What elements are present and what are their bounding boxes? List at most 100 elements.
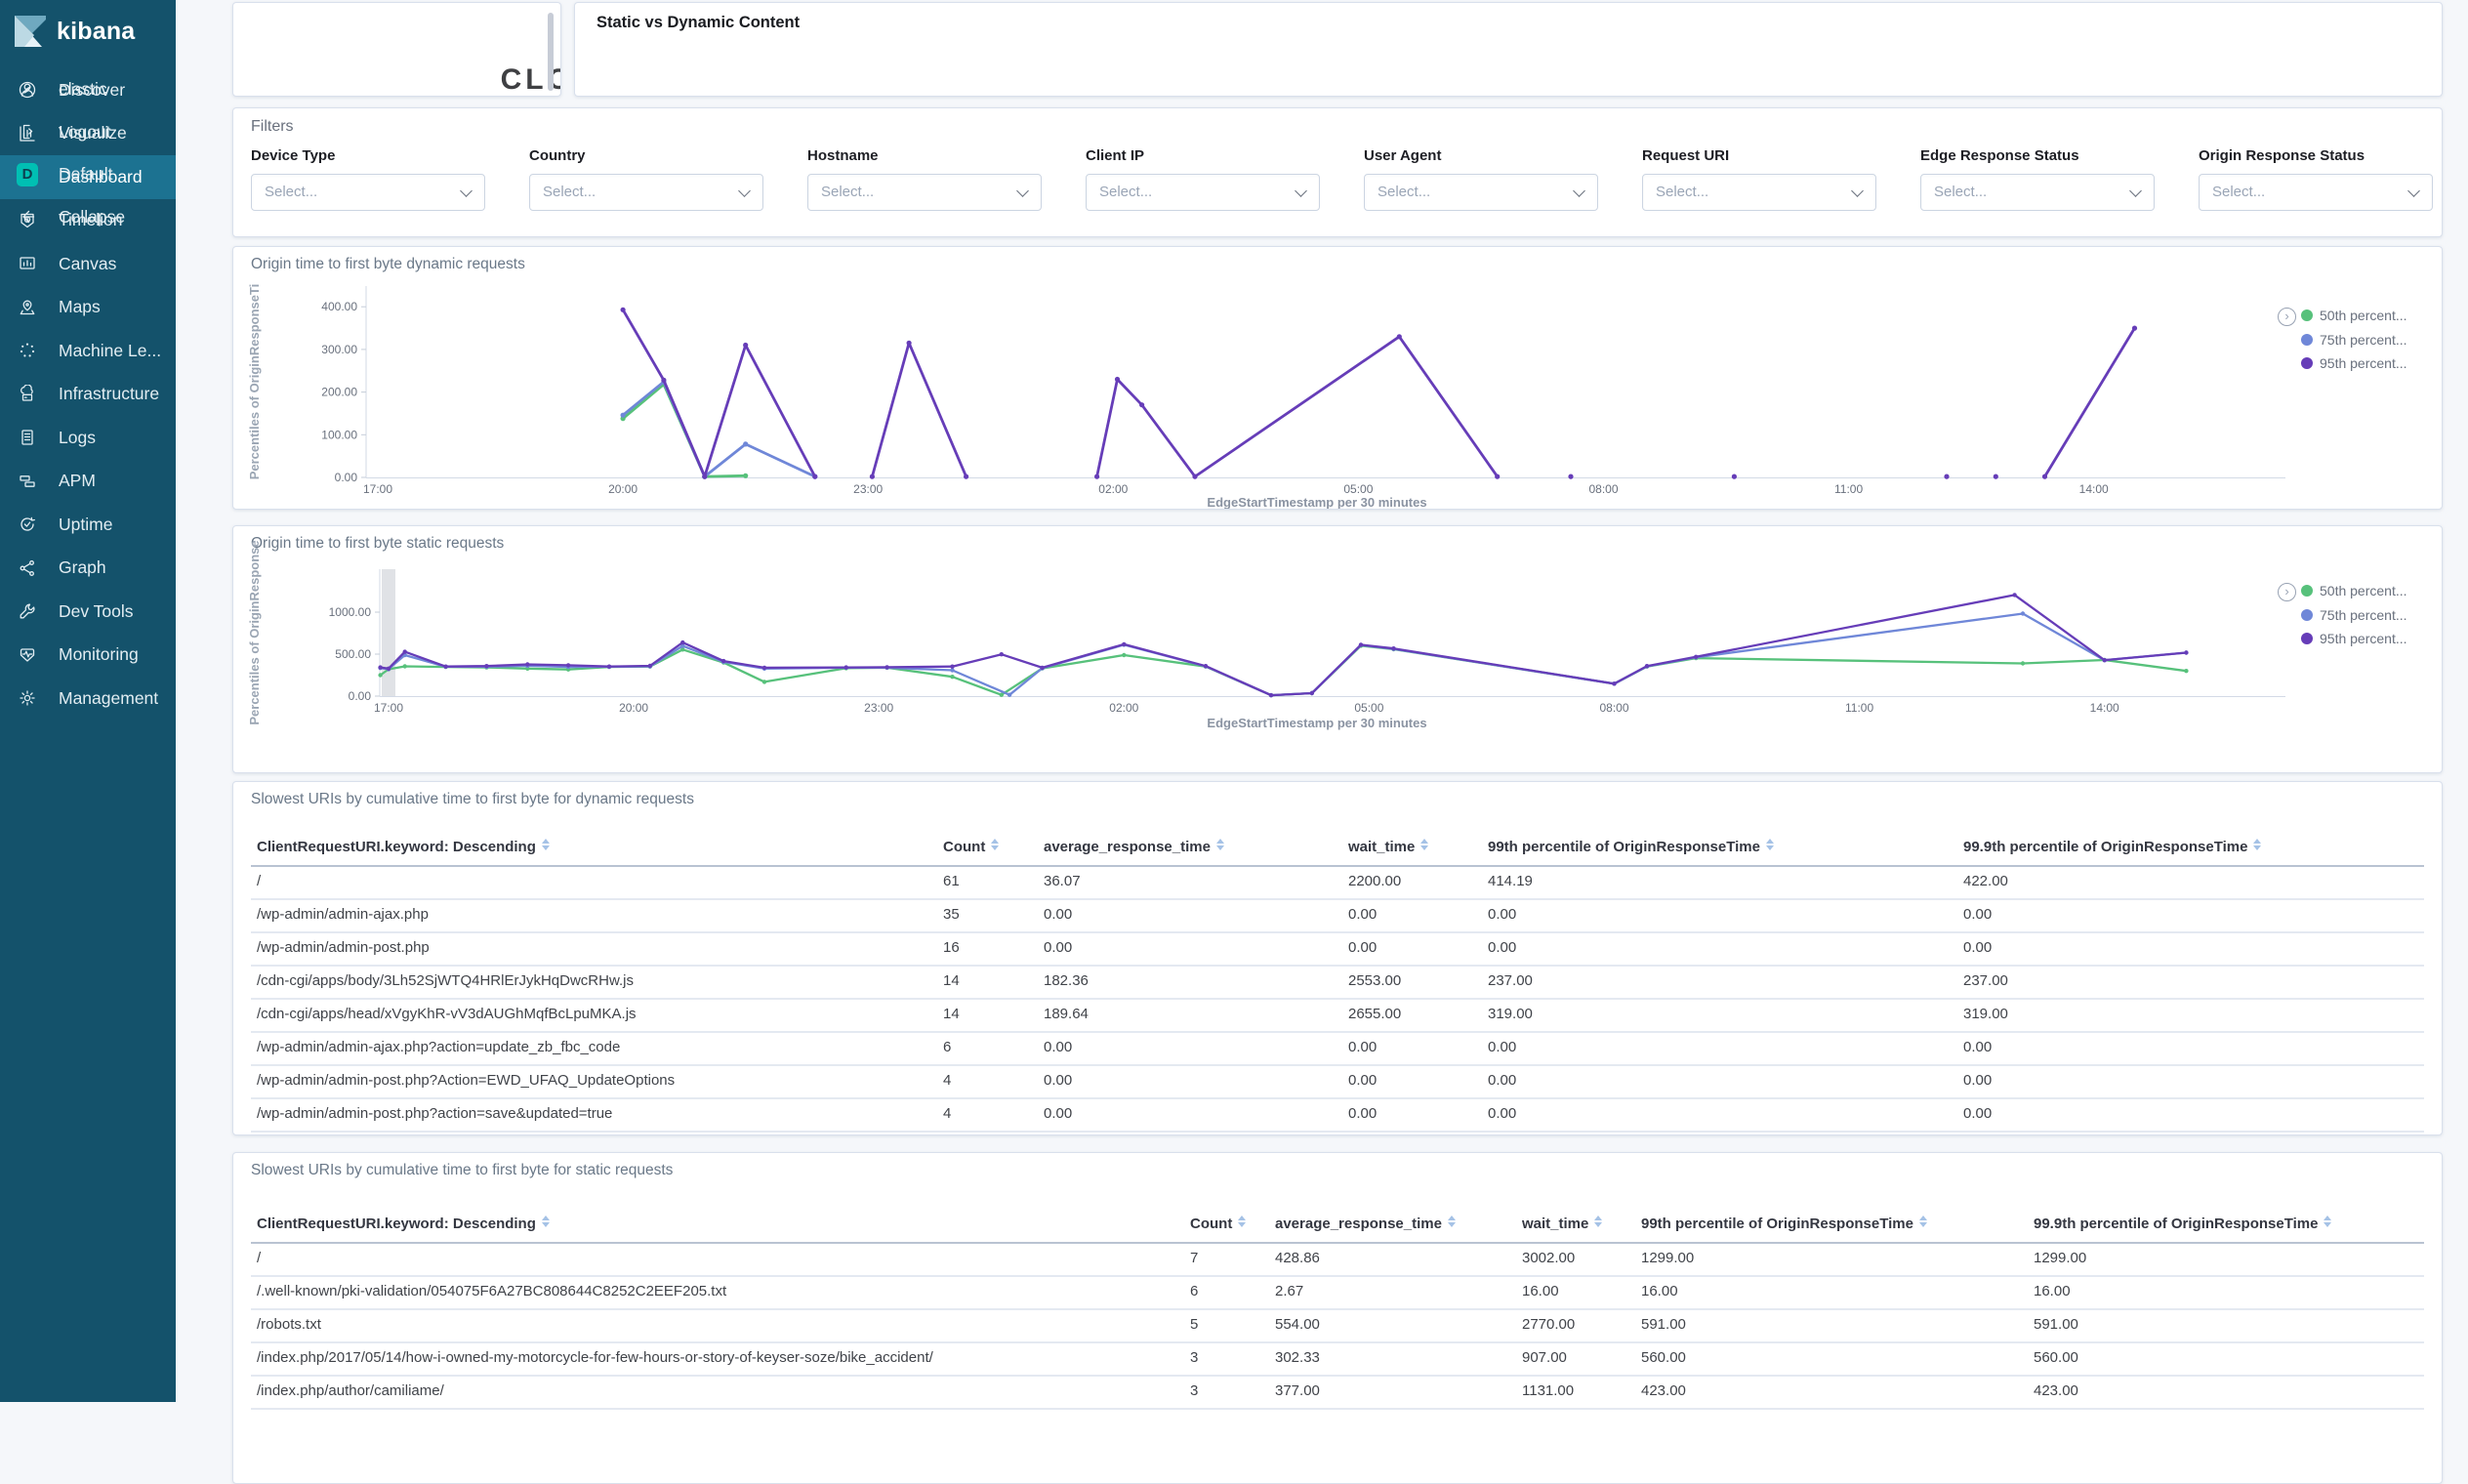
filter-group-country: Country Select... — [529, 147, 763, 211]
sort-icon[interactable] — [1918, 1216, 1927, 1227]
static-requests-line-chart: 0.00 500.00 1000.00 17:00 20:00 23:00 02:00 05:… — [247, 540, 2285, 730]
legend-item-75th-percent[interactable]: 75th percent... — [2301, 332, 2442, 348]
value-cell: 0.00 — [1488, 906, 1517, 923]
legend-toggle-button[interactable]: › — [2278, 583, 2296, 601]
space-default-icon: D — [17, 162, 38, 186]
logo-panel-scrollbar[interactable] — [548, 13, 554, 91]
static-requests-chart-panel: Origin time to first byte static request… — [232, 525, 2443, 773]
value-cell: 2655.00 — [1348, 1006, 1402, 1022]
sort-icon[interactable] — [2253, 839, 2262, 850]
column-header-average-response-time[interactable]: average_response_time — [1044, 839, 1224, 855]
svg-text:05:00: 05:00 — [1343, 482, 1373, 496]
filter-group-device-type: Device Type Select... — [251, 147, 485, 211]
value-cell: 0.00 — [1044, 1039, 1073, 1055]
client-ip-select[interactable]: Select... — [1086, 174, 1320, 211]
legend-color-dot — [2301, 333, 2313, 346]
kibana-logo[interactable]: kibana — [0, 8, 176, 55]
sort-icon[interactable] — [2324, 1216, 2332, 1227]
table-row: /index.php/2017/05/14/how-i-owned-my-mot… — [251, 1341, 2424, 1377]
uri-cell: /index.php/2017/05/14/how-i-owned-my-mot… — [257, 1349, 933, 1366]
value-cell: 0.00 — [1488, 1039, 1517, 1055]
table-header-row: ClientRequestURI.keyword: Descending Coun… — [251, 1208, 2424, 1244]
sort-icon[interactable] — [1447, 1216, 1456, 1227]
sidebar-item-elastic[interactable]: elastic — [0, 68, 176, 111]
legend-color-dot — [2301, 633, 2313, 644]
column-header-99th-percentile-of-originresponsetime[interactable]: 99th percentile of OriginResponseTime — [1641, 1216, 1927, 1232]
sort-icon[interactable] — [541, 839, 550, 850]
sidebar-item-default[interactable]: D Default — [0, 153, 176, 196]
value-cell: 0.00 — [1348, 906, 1378, 923]
column-header-99th-percentile-of-originresponsetime[interactable]: 99th percentile of OriginResponseTime — [1488, 839, 1774, 855]
user-agent-select[interactable]: Select... — [1364, 174, 1598, 211]
legend-label: 50th percent... — [2320, 583, 2407, 598]
value-cell: 319.00 — [1963, 1006, 2008, 1022]
chevron-down-icon — [2129, 185, 2142, 197]
table-row: /robots.txt 5 554.00 2770.00 591.00 591.00 — [251, 1308, 2424, 1343]
value-cell: 0.00 — [1348, 1072, 1378, 1089]
column-header-99-9th-percentile-of-originresponsetime[interactable]: 99.9th percentile of OriginResponseTime — [2034, 1216, 2332, 1232]
default-space-badge: D — [17, 162, 38, 186]
filter-label-origin-response-status: Origin Response Status — [2199, 147, 2365, 164]
value-cell: 3 — [1190, 1382, 1199, 1399]
sort-icon[interactable] — [1765, 839, 1774, 850]
table-row: /wp-admin/admin-ajax.php 35 0.00 0.00 0.00 0.… — [251, 898, 2424, 933]
chevron-down-icon — [1851, 185, 1864, 197]
column-header-clientrequesturi-keyword-descending[interactable]: ClientRequestURI.keyword: Descending — [257, 1216, 550, 1232]
svg-text:EdgeStartTimestamp per 30 minu: EdgeStartTimestamp per 30 minutes — [1207, 495, 1426, 509]
svg-text:300.00: 300.00 — [321, 343, 357, 356]
value-cell: 16 — [943, 939, 960, 956]
origin-response-status-select[interactable]: Select... — [2199, 174, 2433, 211]
legend-label: 75th percent... — [2320, 606, 2407, 623]
legend-item-95th-percent[interactable]: 95th percent... — [2301, 631, 2442, 646]
value-cell: 16.00 — [1522, 1283, 1559, 1299]
select-placeholder: Select... — [1656, 184, 1709, 200]
svg-text:05:00: 05:00 — [1354, 701, 1383, 715]
value-cell: 35 — [943, 906, 960, 923]
chart-legend-dynamic: › 50th percent... 75th percent... 95th perc… — [2278, 308, 2442, 380]
filter-label-client-ip: Client IP — [1086, 147, 1145, 164]
country-select[interactable]: Select... — [529, 174, 763, 211]
column-header-count[interactable]: Count — [943, 839, 1000, 855]
legend-color-dot — [2301, 309, 2313, 321]
legend-toggle-button[interactable]: › — [2278, 308, 2296, 326]
column-header-average-response-time[interactable]: average_response_time — [1275, 1216, 1456, 1232]
sort-icon[interactable] — [1594, 1216, 1603, 1227]
static-uris-table-panel: Slowest URIs by cumulative time to first… — [232, 1152, 2443, 1484]
legend-color-dot — [2301, 585, 2313, 597]
column-header-clientrequesturi-keyword-descending[interactable]: ClientRequestURI.keyword: Descending — [257, 839, 550, 855]
value-cell: 4 — [943, 1105, 952, 1122]
value-cell: 0.00 — [1348, 939, 1378, 956]
table-row: /wp-admin/admin-post.php 16 0.00 0.00 0.00 0.… — [251, 931, 2424, 967]
column-header-wait-time[interactable]: wait_time — [1348, 839, 1429, 855]
value-cell: 237.00 — [1963, 972, 2008, 989]
legend-item-50th-percent[interactable]: 50th percent... — [2301, 308, 2442, 323]
legend-item-50th-percent[interactable]: 50th percent... — [2301, 583, 2442, 598]
sort-icon[interactable] — [1420, 839, 1429, 850]
chevron-down-icon — [1573, 185, 1585, 197]
value-cell: 36.07 — [1044, 873, 1081, 889]
value-cell: 591.00 — [1641, 1316, 1686, 1333]
select-placeholder: Select... — [2212, 184, 2266, 200]
uri-cell: /cdn-cgi/apps/body/3Lh52SjWTQ4HRlErJykHq… — [257, 972, 634, 989]
value-cell: 14 — [943, 972, 960, 989]
sort-icon[interactable] — [1238, 1216, 1247, 1227]
filter-label-device-type: Device Type — [251, 147, 336, 164]
legend-item-75th-percent[interactable]: 75th percent... — [2301, 606, 2442, 623]
svg-text:20:00: 20:00 — [608, 482, 638, 496]
sort-icon[interactable] — [991, 839, 1000, 850]
hostname-select[interactable]: Select... — [807, 174, 1042, 211]
sidebar-item-label: elastic — [59, 79, 107, 100]
column-header-99-9th-percentile-of-originresponsetime[interactable]: 99.9th percentile of OriginResponseTime — [1963, 839, 2262, 855]
table-row: / 61 36.07 2200.00 414.19 422.00 — [251, 865, 2424, 900]
column-header-wait-time[interactable]: wait_time — [1522, 1216, 1603, 1232]
device-type-select[interactable]: Select... — [251, 174, 485, 211]
sidebar-item-logout[interactable]: Logout — [0, 111, 176, 154]
legend-item-95th-percent[interactable]: 95th percent... — [2301, 355, 2442, 371]
edge-response-status-select[interactable]: Select... — [1920, 174, 2155, 211]
sidebar-item-collapse[interactable]: Collapse — [0, 196, 176, 239]
table-row: / 7 428.86 3002.00 1299.00 1299.00 — [251, 1242, 2424, 1277]
sort-icon[interactable] — [1215, 839, 1224, 850]
sort-icon[interactable] — [541, 1216, 550, 1227]
column-header-count[interactable]: Count — [1190, 1216, 1247, 1232]
request-uri-select[interactable]: Select... — [1642, 174, 1876, 211]
